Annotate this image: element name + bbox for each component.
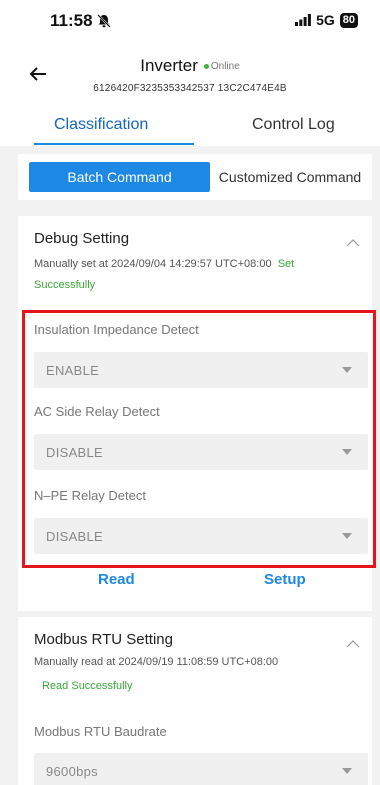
status-bar: 11:58 5G 80 — [0, 0, 380, 42]
debug-setting-title: Debug Setting — [34, 230, 130, 247]
caret-down-icon — [342, 367, 352, 373]
modbus-meta: Manually read at 2024/09/19 11:08:59 UTC… — [34, 656, 279, 668]
debug-status-a: Set — [277, 258, 295, 270]
debug-setting-meta: Manually set at 2024/09/04 14:29:57 UTC+… — [34, 258, 294, 270]
debug-setting-card: Debug Setting Manually set at 2024/09/04… — [18, 216, 376, 611]
device-serial: 6126420F3235353342537 13C2C474E4B — [93, 83, 287, 94]
online-status-dot — [203, 64, 209, 70]
field-label-ac-relay: AC Side Relay Detect — [34, 404, 160, 419]
select-value: 9600bps — [46, 764, 98, 779]
status-indicators: 5G 80 — [295, 12, 358, 28]
customized-command-button[interactable]: Customized Command — [210, 162, 370, 192]
modbus-rtu-card: Modbus RTU Setting Manually read at 2024… — [18, 617, 372, 785]
select-npe-relay[interactable]: DISABLE — [34, 518, 368, 554]
field-label-npe-relay: N–PE Relay Detect — [34, 488, 146, 503]
battery-icon: 80 — [339, 12, 358, 28]
status-time: 11:58 — [50, 11, 93, 30]
chevron-up-icon[interactable] — [346, 238, 360, 247]
header: Inverter Online 6126420F3235353342537 13C… — [0, 42, 380, 146]
field-label-baudrate: Modbus RTU Baudrate — [34, 724, 167, 739]
modbus-setting-title: Modbus RTU Setting — [34, 631, 173, 648]
title-row: Inverter Online — [0, 56, 380, 76]
select-modbus-baudrate[interactable]: 9600bps — [34, 753, 368, 785]
field-label-insulation: Insulation Impedance Detect — [34, 322, 199, 337]
select-ac-side-relay[interactable]: DISABLE — [34, 434, 368, 470]
modbus-status: Read Successfully — [42, 680, 133, 692]
tab-classification[interactable]: Classification — [54, 116, 148, 134]
caret-down-icon — [342, 533, 352, 539]
tab-control-log[interactable]: Control Log — [252, 116, 335, 134]
setup-button[interactable]: Setup — [264, 571, 306, 588]
debug-meta-text: Manually set at 2024/09/04 14:29:57 UTC+… — [34, 258, 272, 270]
chevron-up-icon[interactable] — [346, 639, 360, 648]
network-type: 5G — [316, 12, 335, 28]
caret-down-icon — [342, 449, 352, 455]
tab-bar: Classification Control Log — [0, 112, 380, 146]
online-status: Online — [210, 61, 240, 73]
select-value: ENABLE — [46, 363, 100, 378]
signal-icon — [295, 14, 311, 26]
select-value: DISABLE — [46, 529, 104, 544]
active-tab-indicator — [34, 143, 194, 145]
debug-status-b: Successfully — [34, 279, 96, 291]
select-value: DISABLE — [46, 445, 104, 460]
batch-command-button[interactable]: Batch Command — [29, 162, 210, 192]
command-switch: Batch Command Customized Command — [18, 154, 372, 200]
bell-muted-icon — [97, 14, 111, 28]
page-title: Inverter — [140, 56, 198, 75]
caret-down-icon — [342, 768, 352, 774]
read-button[interactable]: Read — [98, 571, 135, 588]
select-insulation-impedance[interactable]: ENABLE — [34, 352, 368, 388]
